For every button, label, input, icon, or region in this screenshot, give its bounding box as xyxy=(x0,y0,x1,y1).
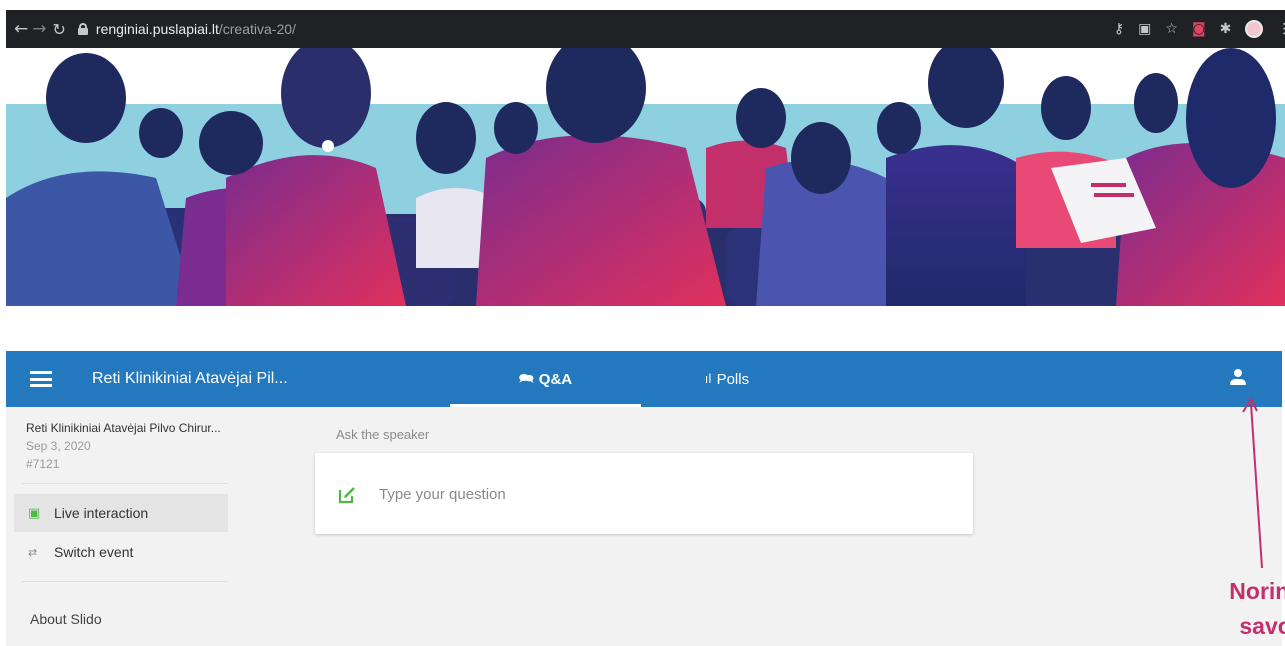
star-icon[interactable]: ☆ xyxy=(1165,21,1178,37)
annotation-line-1: Norint xyxy=(1229,578,1285,604)
address-bar[interactable]: renginiai.puslapiai.lt/creativa-20/ xyxy=(77,15,1108,43)
divider xyxy=(22,483,228,484)
key-icon[interactable]: ⚷ xyxy=(1114,21,1124,37)
audience-illustration xyxy=(6,48,1285,306)
lock-icon xyxy=(77,23,88,35)
sidebar-item-label: Live interaction xyxy=(54,505,149,521)
sidebar-event-date: Sep 3, 2020 xyxy=(26,439,91,453)
tab-qa-label: Q&A xyxy=(538,370,573,388)
sidebar-item-switch-event[interactable]: ⇄ Switch event xyxy=(14,533,228,571)
forward-arrow-icon[interactable]: → xyxy=(32,18,46,40)
extension-icons: ⚷ ▣ ☆ ◙ ✱ ⋮ xyxy=(1114,20,1285,38)
sidebar-event-code: #7121 xyxy=(26,457,60,471)
url-path: /creativa-20/ xyxy=(218,21,296,37)
annotation-arrow xyxy=(1242,396,1263,569)
about-slido-link[interactable]: About Slido xyxy=(30,611,102,627)
chat-icon: ▣ xyxy=(28,505,41,521)
profile-avatar[interactable] xyxy=(1245,20,1264,38)
divider xyxy=(22,581,228,582)
sidebar-item-live-interaction[interactable]: ▣ Live interaction xyxy=(14,494,228,532)
tab-polls-label: Polls xyxy=(716,370,750,388)
slido-appbar: Reti Klinikiniai Atavėjai Pil... 🗪 Q&A ı… xyxy=(6,351,1282,407)
main-content: Reti Klinikiniai Atavėjai Pilvo Chirur..… xyxy=(6,407,1282,646)
question-input[interactable] xyxy=(379,481,939,507)
annotation-text: Norint savo v xyxy=(1229,574,1285,644)
compose-icon xyxy=(338,487,355,504)
question-card[interactable] xyxy=(315,453,973,534)
pocket-icon[interactable]: ◙ xyxy=(1192,21,1206,37)
puzzle-icon[interactable]: ✱ xyxy=(1220,21,1232,37)
sidebar-item-label: Switch event xyxy=(54,544,134,560)
ask-speaker-label: Ask the speaker xyxy=(336,427,430,442)
event-banner-image xyxy=(6,48,1285,306)
user-icon[interactable] xyxy=(1230,369,1246,387)
browser-toolbar: ← → ↻ renginiai.puslapiai.lt/creativa-20… xyxy=(6,10,1285,48)
url-host: renginiai.puslapiai.lt xyxy=(95,21,219,37)
sidebar: Reti Klinikiniai Atavėjai Pilvo Chirur..… xyxy=(6,407,234,646)
translate-icon[interactable]: ▣ xyxy=(1138,21,1151,37)
bar-chart-icon: ıl xyxy=(704,372,712,386)
menu-dots-icon[interactable]: ⋮ xyxy=(1277,21,1285,37)
tab-qa[interactable]: 🗪 Q&A xyxy=(450,351,641,407)
sidebar-event-name: Reti Klinikiniai Atavėjai Pilvo Chirur..… xyxy=(26,421,221,435)
chat-bubbles-icon: 🗪 xyxy=(518,370,534,385)
tab-polls[interactable]: ıl Polls xyxy=(642,351,812,407)
menu-icon[interactable] xyxy=(30,371,52,387)
swap-icon: ⇄ xyxy=(28,545,38,559)
back-arrow-icon[interactable]: ← xyxy=(14,18,28,40)
reload-icon[interactable]: ↻ xyxy=(53,18,66,40)
event-title: Reti Klinikiniai Atavėjai Pil... xyxy=(92,370,288,387)
annotation-line-2: savo v xyxy=(1239,613,1285,639)
